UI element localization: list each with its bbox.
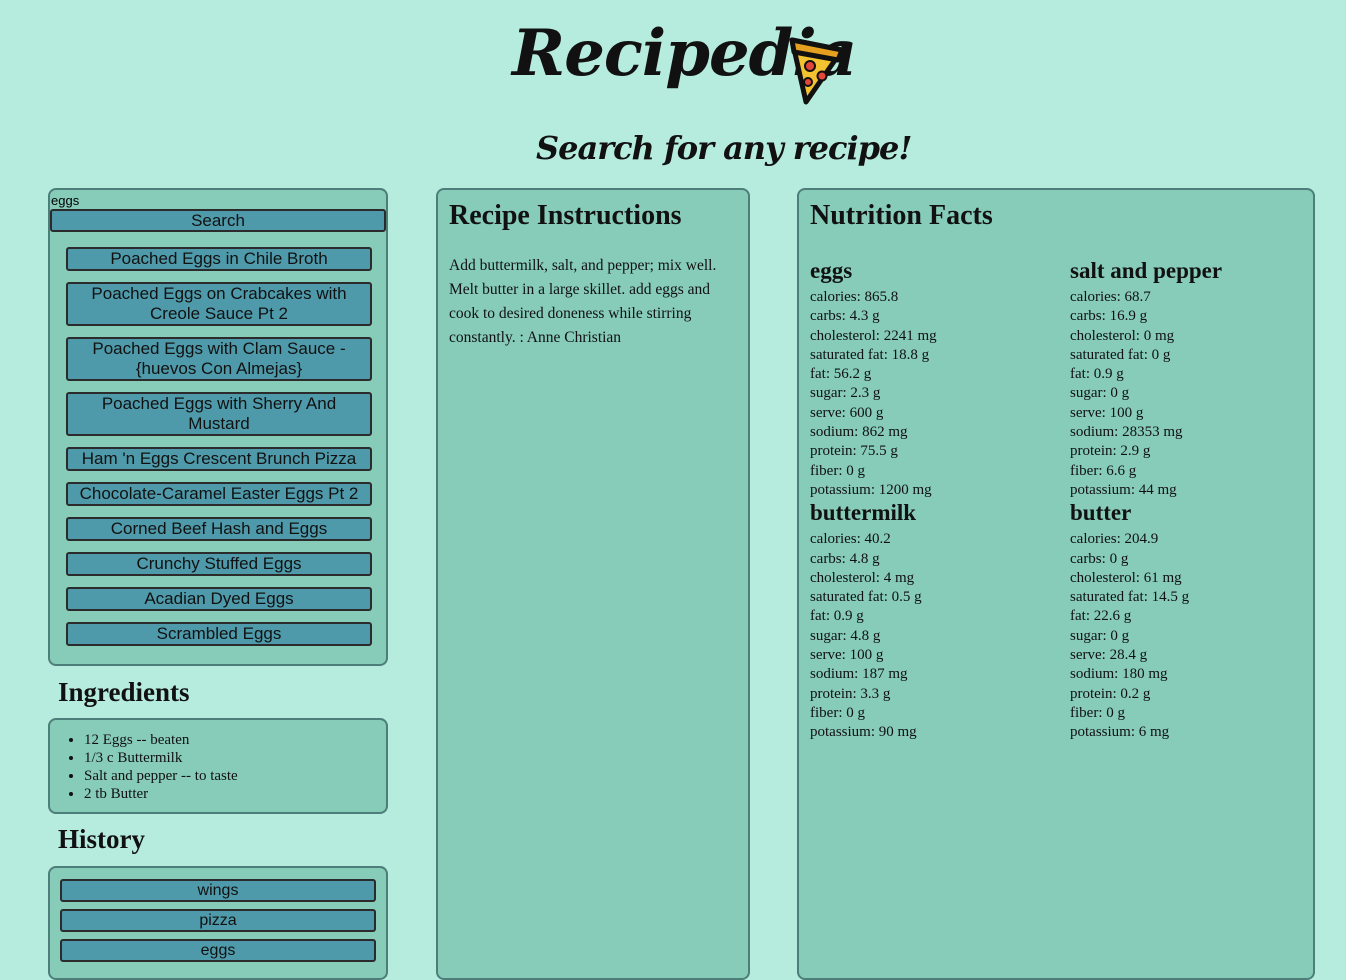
nutrition-fact: calories: 865.8	[810, 289, 899, 305]
search-result-item[interactable]: Corned Beef Hash and Eggs	[66, 517, 372, 541]
nutrition-fact: protein: 75.5 g	[810, 443, 898, 460]
nutrition-fact: saturated fat: 0 g	[1070, 346, 1171, 363]
ingredient-item: 2 tb Butter	[84, 785, 238, 803]
nutrition-fact: serve: 28.4 g	[1070, 647, 1148, 664]
nutrition-fact: serve: 100 g	[1070, 404, 1144, 421]
search-panel: Search Poached Eggs in Chile Broth Poach…	[48, 188, 388, 666]
nutrition-fact: sugar: 0 g	[1070, 627, 1130, 644]
nutrition-fact: calories: 68.7	[1070, 289, 1151, 305]
nutrition-grid: eggs calories: 865.8 carbs: 4.3 g cholester…	[810, 258, 1310, 743]
nutrition-fact: fat: 56.2 g	[810, 366, 872, 383]
search-result-item[interactable]: Poached Eggs in Chile Broth	[66, 247, 372, 271]
nutrition-fact: potassium: 90 mg	[810, 724, 917, 741]
nutrition-fact: cholesterol: 2241 mg	[810, 327, 937, 344]
nutrition-fact: saturated fat: 18.8 g	[810, 346, 930, 363]
history-item[interactable]: pizza	[60, 909, 376, 932]
instructions-heading: Recipe Instructions	[449, 200, 682, 231]
nutrition-fact: sodium: 862 mg	[810, 424, 908, 441]
nutrition-fact: serve: 600 g	[810, 404, 884, 421]
search-result-item[interactable]: Poached Eggs on Crabcakes with Creole Sa…	[66, 282, 372, 326]
nutrition-fact: fat: 22.6 g	[1070, 608, 1132, 625]
nutrition-fact: fiber: 0 g	[1070, 704, 1125, 721]
search-result-item[interactable]: Scrambled Eggs	[66, 622, 372, 646]
nutrition-item-name: buttermilk	[810, 500, 917, 526]
nutrition-item: eggs calories: 865.8 carbs: 4.3 g cholester…	[810, 258, 1070, 500]
ingredient-item: Salt and pepper -- to taste	[84, 767, 238, 785]
nutrition-fact: cholesterol: 0 mg	[1070, 327, 1175, 344]
search-result-item[interactable]: Poached Eggs with Clam Sauce - {huevos C…	[66, 337, 372, 381]
ingredients-heading: Ingredients	[58, 677, 190, 707]
nutrition-fact: sodium: 28353 mg	[1070, 424, 1183, 441]
search-result-item[interactable]: Ham 'n Eggs Crescent Brunch Pizza	[66, 447, 372, 471]
nutrition-fact: carbs: 16.9 g	[1070, 308, 1148, 325]
nutrition-fact: protein: 3.3 g	[810, 685, 891, 702]
search-result-item[interactable]: Poached Eggs with Sherry And Mustard	[66, 392, 372, 436]
nutrition-fact: potassium: 1200 mg	[810, 481, 932, 498]
nutrition-fact: calories: 40.2	[810, 531, 891, 548]
pizza-slice-icon	[789, 37, 845, 105]
ingredients-list: 12 Eggs -- beaten 1/3 c Buttermilk Salt …	[50, 731, 238, 803]
history-item[interactable]: wings	[60, 879, 376, 902]
instructions-text: Add buttermilk, salt, and pepper; mix we…	[449, 257, 717, 346]
page-subtitle: Search for any recipe!	[536, 129, 912, 167]
nutrition-fact: fiber: 6.6 g	[1070, 462, 1137, 479]
nutrition-fact: fat: 0.9 g	[810, 608, 864, 625]
header: Recipedia Search for any recipe!	[0, 0, 1346, 188]
nutrition-fact: cholesterol: 4 mg	[810, 569, 915, 586]
nutrition-fact: serve: 100 g	[810, 647, 884, 664]
ingredient-item: 1/3 c Buttermilk	[84, 749, 238, 767]
nutrition-item-name: salt and pepper	[1070, 258, 1223, 283]
nutrition-fact: fiber: 0 g	[810, 704, 865, 721]
search-result-item[interactable]: Acadian Dyed Eggs	[66, 587, 372, 611]
nutrition-fact: saturated fat: 0.5 g	[810, 589, 922, 606]
nutrition-item-name: butter	[1070, 500, 1132, 526]
search-result-item[interactable]: Crunchy Stuffed Eggs	[66, 552, 372, 576]
search-button[interactable]: Search	[50, 209, 386, 232]
search-result-item[interactable]: Chocolate-Caramel Easter Eggs Pt 2	[66, 482, 372, 506]
instructions-panel: Recipe Instructions Add buttermilk, salt…	[436, 188, 750, 980]
ingredient-item: 12 Eggs -- beaten	[84, 731, 238, 749]
nutrition-fact: carbs: 0 g	[1070, 550, 1129, 567]
nutrition-fact: sugar: 4.8 g	[810, 627, 881, 644]
nutrition-fact: cholesterol: 61 mg	[1070, 569, 1182, 586]
nutrition-fact: sugar: 0 g	[1070, 385, 1130, 402]
nutrition-item: buttermilk calories: 40.2 carbs: 4.8 g chol…	[810, 500, 1070, 742]
nutrition-fact: fat: 0.9 g	[1070, 366, 1124, 383]
nutrition-fact: sugar: 2.3 g	[810, 385, 881, 402]
nutrition-panel: Nutrition Facts eggs calories: 865.8 carbs…	[797, 188, 1315, 980]
nutrition-item: butter calories: 204.9 carbs: 0 g cholester…	[1070, 500, 1310, 742]
nutrition-fact: protein: 0.2 g	[1070, 685, 1151, 702]
nutrition-item: salt and pepper calories: 68.7 carbs: 16.9…	[1070, 258, 1310, 500]
nutrition-fact: carbs: 4.8 g	[810, 550, 880, 567]
nutrition-fact: calories: 204.9	[1070, 531, 1159, 548]
nutrition-fact: fiber: 0 g	[810, 462, 865, 479]
nutrition-fact: sodium: 180 mg	[1070, 666, 1168, 683]
nutrition-fact: potassium: 6 mg	[1070, 724, 1170, 741]
nutrition-fact: saturated fat: 14.5 g	[1070, 589, 1190, 606]
history-heading: History	[58, 824, 145, 854]
search-results-list: Poached Eggs in Chile Broth Poached Eggs…	[66, 247, 372, 657]
nutrition-fact: protein: 2.9 g	[1070, 443, 1151, 460]
history-panel: wings pizza eggs	[48, 866, 388, 980]
search-input[interactable]	[50, 192, 387, 208]
ingredients-panel: 12 Eggs -- beaten 1/3 c Buttermilk Salt …	[48, 718, 388, 814]
nutrition-item-name: eggs	[810, 258, 853, 283]
nutrition-fact: sodium: 187 mg	[810, 666, 908, 683]
nutrition-fact: potassium: 44 mg	[1070, 481, 1177, 498]
nutrition-fact: carbs: 4.3 g	[810, 308, 880, 325]
nutrition-heading: Nutrition Facts	[810, 200, 993, 231]
history-list: wings pizza eggs	[60, 879, 376, 969]
history-item[interactable]: eggs	[60, 939, 376, 962]
